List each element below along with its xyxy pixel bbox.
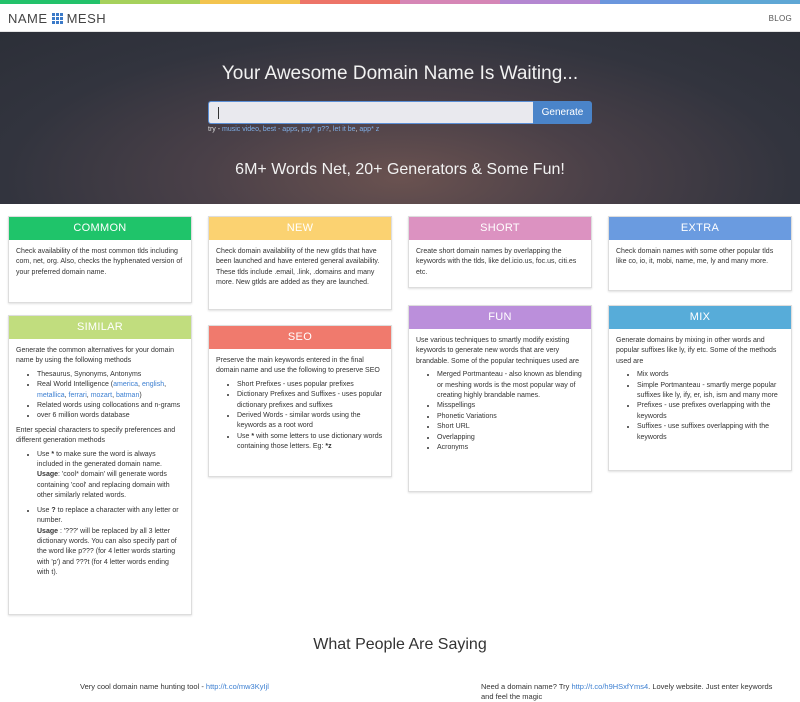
try-link-app-z[interactable]: app* z — [359, 126, 379, 133]
domain-search-input[interactable] — [208, 101, 533, 124]
rw-link-mozart[interactable]: mozart — [91, 392, 112, 399]
testimonial-1: Very cool domain name hunting tool - htt… — [80, 682, 269, 691]
rw-link-america[interactable]: america — [113, 381, 138, 388]
card-seo-intro: Preserve the main keywords entered in th… — [216, 357, 380, 375]
list-item: Use * with some letters to use dictionar… — [237, 432, 383, 453]
seo-list: Short Prefixes - uses popular prefixes D… — [237, 380, 383, 453]
fun-list: Merged Portmanteau - also known as blend… — [437, 370, 583, 453]
list-item: Use * to make sure the word is always in… — [37, 450, 183, 502]
card-new[interactable]: NEW Check domain availability of the new… — [208, 216, 392, 310]
card-mix-header[interactable]: MIX — [609, 306, 791, 329]
card-common[interactable]: COMMON Check availability of the most co… — [8, 216, 192, 303]
try-link-pay[interactable]: pay* p?? — [301, 126, 329, 133]
card-common-text: Check availability of the most common tl… — [16, 248, 183, 276]
card-mix-body: Generate domains by mixing in other word… — [609, 329, 791, 443]
similar-methods-list: Thesaurus, Synonyms, Antonyms Real World… — [37, 370, 183, 422]
hero-tagline: 6M+ Words Net, 20+ Generators & Some Fun… — [235, 161, 565, 178]
list-item: Overlapping — [437, 433, 583, 443]
card-fun-intro: Use various techniques to smartly modify… — [416, 337, 580, 365]
list-item: Dictionary Prefixes and Suffixes - uses … — [237, 390, 383, 411]
special-chars-list: Use * to make sure the word is always in… — [37, 450, 183, 579]
list-item: Derived Words - similar words using the … — [237, 411, 383, 432]
card-seo-header[interactable]: SEO — [209, 326, 391, 349]
rw-link-batman[interactable]: batman — [116, 392, 139, 399]
list-item: Thesaurus, Synonyms, Antonyms — [37, 370, 183, 380]
text-caret — [218, 107, 219, 119]
list-item: Acronyms — [437, 443, 583, 453]
list-item: over 6 million words database — [37, 411, 183, 421]
card-fun-header[interactable]: FUN — [409, 306, 591, 329]
list-item: Use ? to replace a character with any le… — [37, 506, 183, 579]
list-item: Related words using collocations and n-g… — [37, 401, 183, 411]
card-short-body: Create short domain names by overlapping… — [409, 240, 591, 278]
list-item: Merged Portmanteau - also known as blend… — [437, 370, 583, 401]
card-short-text: Create short domain names by overlapping… — [416, 248, 577, 276]
card-extra-body: Check domain names with some other popul… — [609, 240, 791, 268]
list-item: Mix words — [637, 370, 783, 380]
card-extra-header[interactable]: EXTRA — [609, 217, 791, 240]
logo-text-left: NAME — [8, 11, 48, 26]
card-short[interactable]: SHORT Create short domain names by overl… — [408, 216, 592, 288]
top-navbar: NAME MESH BLOG — [0, 4, 800, 32]
list-item: Short Prefixes - uses popular prefixes — [237, 380, 383, 390]
card-new-header[interactable]: NEW — [209, 217, 391, 240]
hero-title: Your Awesome Domain Name Is Waiting... — [221, 63, 579, 84]
try-link-music-video[interactable]: music video — [222, 126, 259, 133]
card-new-body: Check domain availability of the new gtl… — [209, 240, 391, 289]
card-mix[interactable]: MIX Generate domains by mixing in other … — [608, 305, 792, 471]
list-item: Phonetic Variations — [437, 412, 583, 422]
list-item: Suffixes - use suffixes overlapping with… — [637, 422, 783, 443]
testimonial-1-link[interactable]: http://t.co/mw3KyIjl — [206, 682, 269, 691]
card-similar-body: Generate the common alternatives for you… — [9, 339, 191, 579]
card-fun-body: Use various techniques to smartly modify… — [409, 329, 591, 453]
grid-icon — [51, 13, 63, 24]
card-similar[interactable]: SIMILAR Generate the common alternatives… — [8, 315, 192, 615]
list-item: Short URL — [437, 422, 583, 432]
card-short-header[interactable]: SHORT — [409, 217, 591, 240]
card-similar-intro2: Enter special characters to specify pref… — [16, 426, 176, 445]
try-link-let-it-be[interactable]: let it be — [333, 126, 356, 133]
card-similar-intro: Generate the common alternatives for you… — [16, 347, 174, 365]
logo-text-right: MESH — [66, 11, 107, 26]
site-logo[interactable]: NAME MESH — [8, 11, 106, 26]
list-item: Misspellings — [437, 401, 583, 411]
card-new-text: Check domain availability of the new gtl… — [216, 248, 380, 287]
rw-link-english[interactable]: english — [142, 381, 164, 388]
card-seo[interactable]: SEO Preserve the main keywords entered i… — [208, 325, 392, 477]
card-common-header[interactable]: COMMON — [9, 217, 191, 240]
card-similar-header[interactable]: SIMILAR — [9, 316, 191, 339]
card-extra[interactable]: EXTRA Check domain names with some other… — [608, 216, 792, 291]
rw-link-ferrari[interactable]: ferrari — [69, 392, 87, 399]
rw-link-metallica[interactable]: metallica — [37, 392, 65, 399]
testimonial-2-link[interactable]: http://t.co/h9HSxfYms4 — [571, 682, 648, 691]
card-seo-body: Preserve the main keywords entered in th… — [209, 349, 391, 453]
testimonials-title: What People Are Saying — [313, 636, 487, 653]
card-common-body: Check availability of the most common tl… — [9, 240, 191, 278]
card-extra-text: Check domain names with some other popul… — [616, 248, 774, 266]
blog-link[interactable]: BLOG — [769, 14, 792, 23]
card-mix-intro: Generate domains by mixing in other word… — [616, 337, 777, 365]
testimonial-2: Need a domain name? Try http://t.co/h9HS… — [481, 682, 773, 701]
generate-button[interactable]: Generate — [533, 101, 592, 124]
list-item: Prefixes - use prefixes overlapping with… — [637, 401, 783, 422]
list-item: Real World Intelligence (america, englis… — [37, 380, 183, 401]
hero-section: Your Awesome Domain Name Is Waiting... G… — [0, 32, 800, 204]
try-label: try - — [208, 126, 222, 133]
try-suggestions: try - music video, best - apps, pay* p??… — [208, 126, 380, 133]
try-link-best-apps[interactable]: best - apps — [263, 126, 298, 133]
list-item: Simple Portmanteau - smartly merge popul… — [637, 381, 783, 402]
card-fun[interactable]: FUN Use various techniques to smartly mo… — [408, 305, 592, 492]
mix-list: Mix words Simple Portmanteau - smartly m… — [637, 370, 783, 443]
